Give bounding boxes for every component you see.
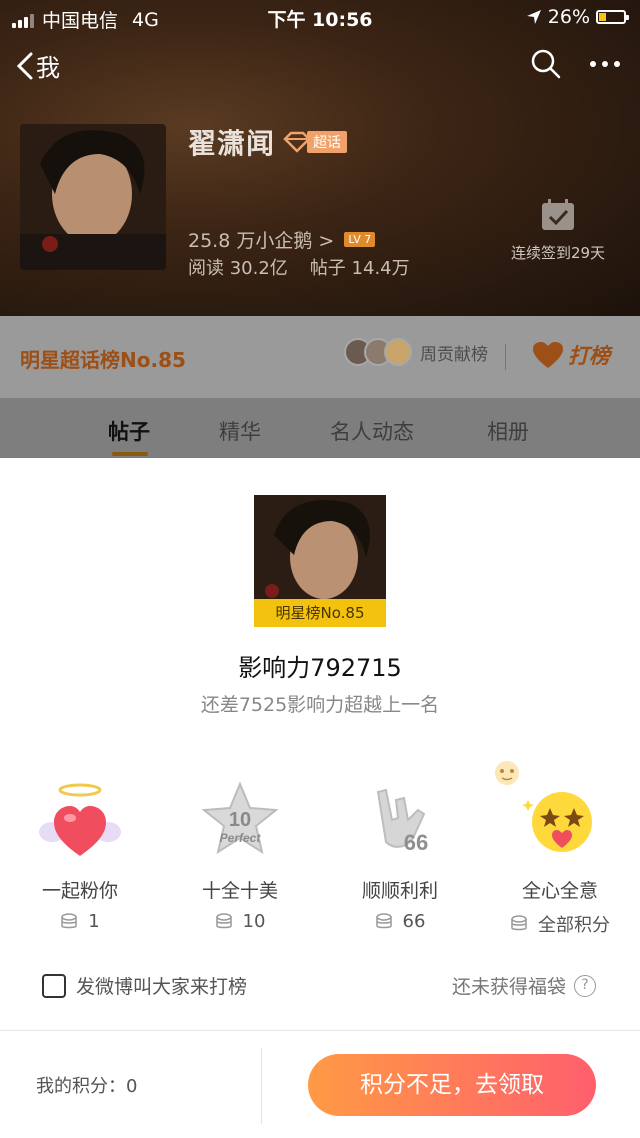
contributor-label: 周贡献榜 [420, 344, 488, 365]
influence-value: 影响力792715 [238, 654, 402, 682]
coin-stack-icon [215, 912, 232, 928]
topic-name: 翟潇闻 [188, 127, 276, 160]
rank-bar: 明星超话榜No.85 周贡献榜 打榜 [0, 316, 640, 398]
svg-text:10: 10 [229, 809, 251, 831]
heart-icon [533, 342, 563, 368]
battery-icon [596, 10, 629, 24]
back-button[interactable]: 我 [16, 48, 60, 83]
gift-cost: 10 [242, 911, 266, 932]
share-label: 发微博叫大家来打榜 [76, 976, 248, 998]
contributor-board[interactable]: 周贡献榜 [344, 338, 488, 366]
back-label: 我 [36, 54, 60, 82]
divider [505, 344, 506, 370]
rank-poster: 明星榜No.85 [254, 495, 386, 627]
post-count: 帖子 14.4万 [309, 258, 410, 279]
gift-option-2[interactable]: 10 Perfect 十全十美 10 [160, 778, 320, 932]
dabang-label: 打榜 [568, 344, 610, 368]
topic-avatar [20, 124, 166, 270]
small-face-icon [495, 761, 519, 785]
coin-stack-icon [375, 912, 392, 928]
battery-percent: 26% [547, 6, 590, 28]
nav-bar: 我 [0, 44, 640, 88]
starry-eyes-face-icon [522, 792, 592, 852]
angel-heart-icon [39, 783, 121, 856]
contributor-avatars [344, 338, 412, 366]
checkin-button[interactable]: 连续签到29天 [500, 198, 616, 263]
coin-stack-icon [61, 912, 78, 928]
share-weibo-option[interactable]: 发微博叫大家来打榜 [42, 972, 247, 999]
tab-celebrity-news[interactable]: 名人动态 [330, 416, 414, 446]
calendar-check-icon [542, 199, 574, 230]
vote-sheet: 明星榜No.85 影响力792715 还差7525影响力超越上一名 一起粉你 1 [0, 458, 640, 1138]
gift-cost: 全部积分 [538, 915, 610, 936]
svg-text:Perfect: Perfect [220, 831, 262, 845]
tab-album[interactable]: 相册 [487, 416, 529, 446]
gift-name: 十全十美 [201, 880, 278, 902]
gift-option-3[interactable]: 66 顺顺利利 66 [320, 778, 480, 932]
poster-rank-label: 明星榜No.85 [254, 599, 386, 627]
gift-name: 一起粉你 [41, 880, 118, 902]
tab-indicator [112, 452, 148, 456]
checkin-label: 连续签到29天 [510, 244, 606, 262]
tab-posts[interactable]: 帖子 [108, 416, 150, 446]
more-icon[interactable] [588, 59, 622, 69]
lucky-bag-label: 还未获得福袋 [451, 976, 566, 998]
gift-option-1[interactable]: 一起粉你 1 [0, 778, 160, 932]
tab-bar: 帖子 精华 名人动态 相册 [0, 398, 640, 458]
rank-link[interactable]: 明星超话榜No.85 [20, 344, 186, 373]
dabang-button[interactable]: 打榜 [532, 340, 610, 370]
gap-text: 还差7525影响力超越上一名 [200, 694, 440, 716]
tab-featured[interactable]: 精华 [219, 416, 261, 446]
location-arrow-icon [526, 10, 541, 24]
gift-options: 一起粉你 1 10 Perfect 十全十美 10 66 顺顺利利 66 全心全… [0, 761, 640, 936]
read-count: 阅读 30.2亿 [188, 258, 288, 279]
share-checkbox[interactable] [42, 973, 66, 998]
coin-stack-icon [511, 915, 527, 931]
followers-link[interactable]: 25.8 万小企鹅 > [188, 226, 334, 253]
status-bar: 中国电信 4G 下午 10:56 26% [0, 0, 640, 34]
help-icon[interactable]: ? [574, 974, 596, 997]
gift-cost: 1 [88, 911, 100, 932]
search-icon[interactable] [530, 48, 562, 80]
perfect-ten-star-icon: 10 Perfect [201, 781, 279, 855]
topic-header: 中国电信 4G 下午 10:56 26% 我 翟潇闻 超话 25.8 万小企鹅 … [0, 0, 640, 316]
chaohua-badge: 超话 [283, 131, 348, 153]
level-badge: LV 7 [344, 232, 376, 247]
gift-name: 全心全意 [521, 880, 598, 902]
gift-name: 顺顺利利 [361, 880, 438, 902]
gift-cost: 66 [402, 911, 426, 932]
claim-points-button[interactable]: 积分不足，去领取 [308, 1054, 596, 1116]
footer-vertical-divider [261, 1048, 262, 1124]
chevron-left-icon [16, 52, 33, 79]
lucky-bag-status[interactable]: 还未获得福袋 ? [452, 972, 596, 999]
hand-66-icon: 66 [376, 788, 428, 855]
gift-option-4[interactable]: 全心全意 全部积分 [480, 761, 640, 937]
footer-divider [0, 1030, 640, 1031]
my-points: 我的积分：0 [36, 1076, 138, 1097]
svg-text:66: 66 [404, 830, 428, 855]
